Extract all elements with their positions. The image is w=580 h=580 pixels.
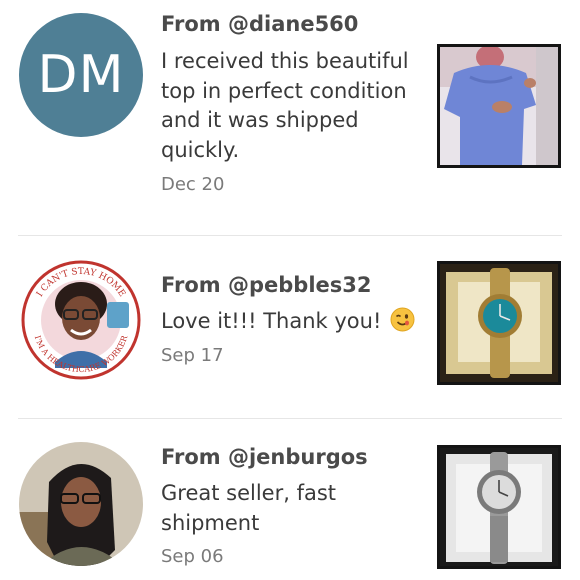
review-date: Dec 20 xyxy=(161,174,225,195)
blue-top-photo-image xyxy=(440,47,558,165)
review-author[interactable]: From @jenburgos xyxy=(161,445,368,469)
review-author[interactable]: From @pebbles32 xyxy=(161,273,371,297)
healthcare-badge-avatar-image: I CAN'T STAY HOME I'M A HEALTHCARE WORKE… xyxy=(19,258,143,382)
avatar-diane560[interactable]: DM xyxy=(19,13,143,137)
review-photo-blue-top[interactable] xyxy=(437,44,561,168)
divider xyxy=(18,235,562,236)
avatar-pebbles32[interactable]: I CAN'T STAY HOME I'M A HEALTHCARE WORKE… xyxy=(19,258,143,382)
review-text: Love it!!! Thank you! xyxy=(161,309,382,333)
avatar-initials: DM xyxy=(37,45,125,105)
review-text-line: Love it!!! Thank you! xyxy=(161,307,431,337)
review-date: Sep 17 xyxy=(161,345,224,366)
divider xyxy=(18,418,562,419)
review-text: Great seller, fast shipment xyxy=(161,481,337,535)
review-date: Sep 06 xyxy=(161,546,224,567)
avatar-jenburgos[interactable] xyxy=(19,442,143,566)
review-text: I received this beautiful top in perfect… xyxy=(161,49,409,162)
review-author[interactable]: From @diane560 xyxy=(161,12,358,36)
review-photo-silver-watch[interactable] xyxy=(437,445,561,569)
gold-watch-photo-image xyxy=(440,264,558,382)
review-photo-gold-watch[interactable] xyxy=(437,261,561,385)
silver-watch-photo-image xyxy=(440,448,558,566)
winking-face-icon xyxy=(390,307,415,332)
jenburgos-avatar-image xyxy=(19,442,143,566)
